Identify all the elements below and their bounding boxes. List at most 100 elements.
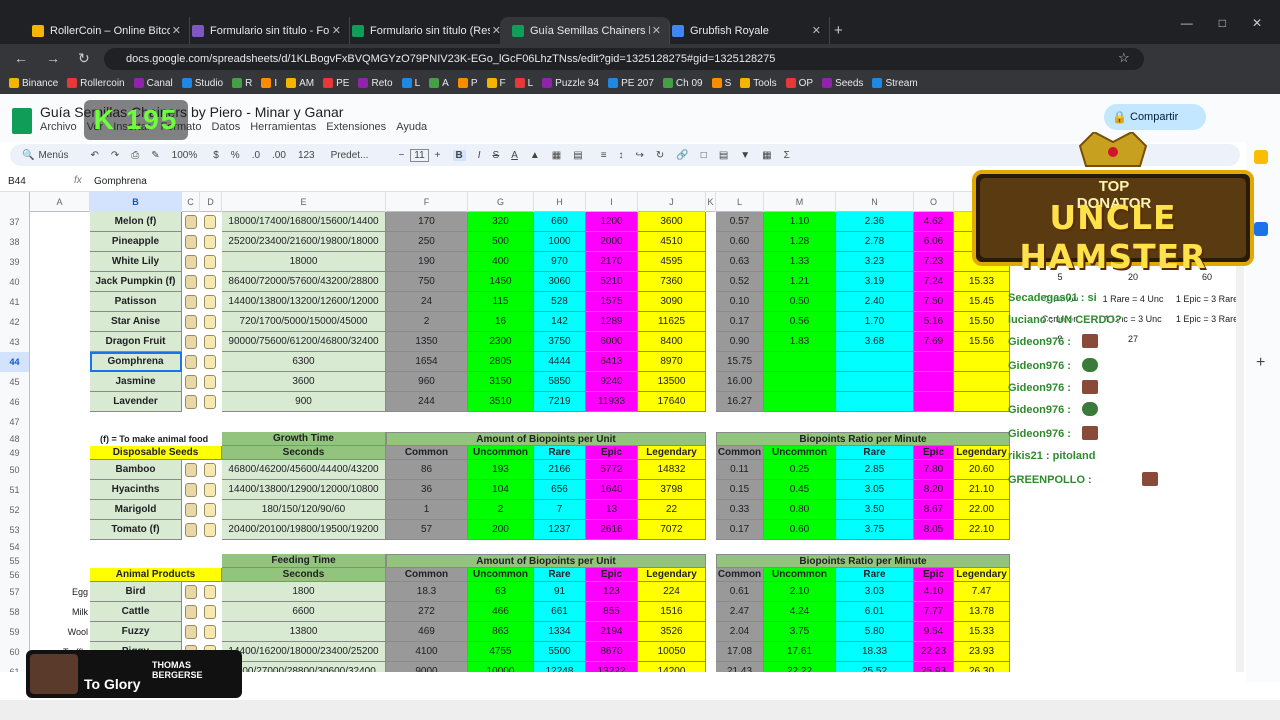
filter-views-icon[interactable]: ▦ bbox=[762, 150, 771, 161]
growth-seconds[interactable]: 14400/13800/13200/12600/12000 bbox=[222, 292, 386, 312]
ratio-value[interactable]: 7.77 bbox=[914, 602, 954, 622]
biopoints-value[interactable]: 1200 bbox=[586, 212, 638, 232]
column-header-e[interactable]: E bbox=[222, 192, 386, 212]
column-header-b[interactable]: B bbox=[90, 192, 182, 212]
biopoints-value[interactable]: 1654 bbox=[386, 352, 468, 372]
ratio-value[interactable]: 7.47 bbox=[954, 582, 1010, 602]
column-header-o[interactable]: O bbox=[914, 192, 954, 212]
valign-icon[interactable]: ↕ bbox=[619, 150, 624, 161]
seed-name[interactable]: Jasmine bbox=[90, 372, 182, 392]
biopoints-value[interactable]: 2170 bbox=[586, 252, 638, 272]
seed-name[interactable]: Bamboo bbox=[90, 460, 182, 480]
row-number[interactable]: 57 bbox=[0, 582, 30, 602]
column-header-h[interactable]: H bbox=[534, 192, 586, 212]
ratio-value[interactable]: 0.11 bbox=[716, 460, 764, 480]
font-select[interactable]: Predet... bbox=[331, 150, 369, 161]
tier-header[interactable]: Legendary bbox=[954, 446, 1010, 460]
tier-header[interactable]: Common bbox=[716, 446, 764, 460]
biopoints-value[interactable]: 661 bbox=[534, 602, 586, 622]
ratio-value[interactable]: 2.36 bbox=[836, 212, 914, 232]
biopoints-value[interactable]: 3090 bbox=[638, 292, 706, 312]
bookmark-item[interactable]: PE 207 bbox=[608, 78, 654, 89]
biopoints-value[interactable]: 10050 bbox=[638, 642, 706, 662]
ratio-value[interactable]: 13.78 bbox=[954, 602, 1010, 622]
biopoints-value[interactable]: 63 bbox=[468, 582, 534, 602]
column-header-d[interactable]: D bbox=[200, 192, 222, 212]
tier-header[interactable]: Legendary bbox=[638, 568, 706, 582]
biopoints-value[interactable]: 2000 bbox=[586, 232, 638, 252]
biopoints-value[interactable]: 2616 bbox=[586, 520, 638, 540]
ratio-value[interactable] bbox=[764, 372, 836, 392]
ratio-value[interactable]: 1.10 bbox=[764, 212, 836, 232]
tier-header[interactable]: Rare bbox=[836, 568, 914, 582]
biopoints-value[interactable]: 660 bbox=[534, 212, 586, 232]
increase-decimal-button[interactable]: .00 bbox=[272, 150, 286, 161]
bookmark-item[interactable]: OP bbox=[785, 78, 813, 89]
ratio-value[interactable]: 15.75 bbox=[716, 352, 764, 372]
ratio-value[interactable]: 15.56 bbox=[954, 332, 1010, 352]
ratio-value[interactable]: 1.21 bbox=[764, 272, 836, 292]
row-number[interactable]: 42 bbox=[0, 312, 30, 332]
ratio-value[interactable]: 0.50 bbox=[764, 292, 836, 312]
ratio-value[interactable]: 22.10 bbox=[954, 520, 1010, 540]
seed-name[interactable]: White Lily bbox=[90, 252, 182, 272]
ratio-value[interactable]: 2.04 bbox=[716, 622, 764, 642]
biopoints-value[interactable]: 24 bbox=[386, 292, 468, 312]
seconds-header[interactable]: Seconds bbox=[222, 568, 386, 582]
disposable-seeds-title[interactable]: Disposable Seeds bbox=[90, 446, 222, 460]
seed-name[interactable]: Patisson bbox=[90, 292, 182, 312]
biopoints-value[interactable]: 244 bbox=[386, 392, 468, 412]
ratio-value[interactable]: 3.50 bbox=[836, 500, 914, 520]
bookmark-item[interactable]: Rollercoin bbox=[67, 78, 125, 89]
redo-icon[interactable]: ↷ bbox=[111, 150, 119, 161]
ratio-value[interactable]: 0.56 bbox=[764, 312, 836, 332]
growth-seconds[interactable]: 180/150/120/90/60 bbox=[222, 500, 386, 520]
biopoints-value[interactable]: 4755 bbox=[468, 642, 534, 662]
biopoints-value[interactable]: 855 bbox=[586, 602, 638, 622]
animal-name[interactable]: Fuzzy bbox=[90, 622, 182, 642]
ratio-value[interactable]: 6.06 bbox=[914, 232, 954, 252]
seconds-header[interactable]: Seconds bbox=[222, 446, 386, 460]
biopoints-value[interactable]: 200 bbox=[468, 520, 534, 540]
growth-seconds[interactable]: 720/1700/5000/15000/45000 bbox=[222, 312, 386, 332]
wrap-icon[interactable]: ↪ bbox=[636, 150, 644, 161]
ratio-value[interactable]: 2.40 bbox=[836, 292, 914, 312]
biopoints-value[interactable]: 5772 bbox=[586, 460, 638, 480]
seed-name[interactable]: Star Anise bbox=[90, 312, 182, 332]
ratio-value[interactable]: 2.10 bbox=[764, 582, 836, 602]
column-header-k[interactable]: K bbox=[706, 192, 716, 212]
biopoints-value[interactable]: 115 bbox=[468, 292, 534, 312]
ratio-value[interactable]: 0.57 bbox=[716, 212, 764, 232]
biopoints-value[interactable]: 11625 bbox=[638, 312, 706, 332]
biopoints-value[interactable]: 16 bbox=[468, 312, 534, 332]
close-icon[interactable]: ✕ bbox=[1252, 16, 1262, 30]
biopoints-value[interactable]: 224 bbox=[638, 582, 706, 602]
ratio-value[interactable]: 21.10 bbox=[954, 480, 1010, 500]
biopoints-value[interactable]: 91 bbox=[534, 582, 586, 602]
biopoints-value[interactable]: 2805 bbox=[468, 352, 534, 372]
select-all-corner[interactable] bbox=[0, 192, 30, 212]
maximize-icon[interactable]: □ bbox=[1219, 16, 1226, 30]
biopoints-value[interactable]: 2166 bbox=[534, 460, 586, 480]
bookmark-item[interactable]: Reto bbox=[358, 78, 393, 89]
bold-button[interactable]: B bbox=[452, 149, 466, 161]
ratio-value[interactable]: 16.00 bbox=[716, 372, 764, 392]
print-icon[interactable]: ⎙ bbox=[131, 150, 139, 161]
url-field[interactable]: docs.google.com/spreadsheets/d/1KLBogvFx… bbox=[104, 48, 1144, 70]
row-number[interactable]: 39 bbox=[0, 252, 30, 272]
growth-seconds[interactable]: 18000 bbox=[222, 252, 386, 272]
feeding-time-header[interactable]: Feeding Time bbox=[222, 554, 386, 568]
ratio-value[interactable]: 4.24 bbox=[764, 602, 836, 622]
ratio-value[interactable]: 3.75 bbox=[764, 622, 836, 642]
ratio-value[interactable]: 8.67 bbox=[914, 500, 954, 520]
growth-time-header[interactable]: Growth Time bbox=[222, 432, 386, 446]
biopoints-value[interactable]: 1000 bbox=[534, 232, 586, 252]
italic-button[interactable]: I bbox=[478, 150, 481, 161]
biopoints-value[interactable]: 1640 bbox=[586, 480, 638, 500]
browser-tab[interactable]: Guía Semillas Chainers by Piero✕ bbox=[500, 17, 670, 44]
bookmark-item[interactable]: R bbox=[232, 78, 252, 89]
ratio-value[interactable] bbox=[764, 352, 836, 372]
ratio-value[interactable]: 18.33 bbox=[836, 642, 914, 662]
ratio-value[interactable]: 0.60 bbox=[716, 232, 764, 252]
menu-item[interactable]: Ayuda bbox=[396, 121, 427, 133]
